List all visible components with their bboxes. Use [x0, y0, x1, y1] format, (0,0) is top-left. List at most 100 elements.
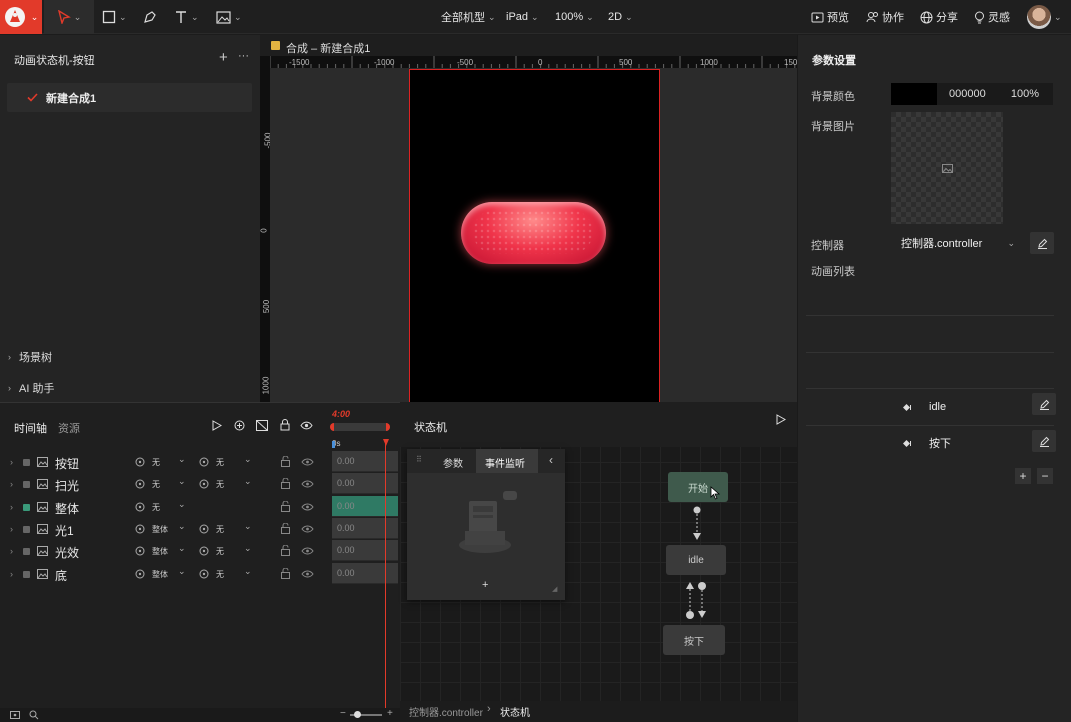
blend-mode-icon[interactable] [199, 546, 209, 556]
chevron-down-icon[interactable]: ⌄ [244, 521, 252, 532]
tab-assets[interactable]: 资源 [58, 420, 80, 436]
keyframe-track[interactable]: 0.00 [332, 540, 398, 561]
eye-icon[interactable] [301, 570, 314, 578]
app-menu-button[interactable]: ⌄ [0, 0, 42, 34]
layer-row[interactable]: › 光效 整体 ⌄ 无 ⌄ [0, 540, 330, 562]
edit-state-button[interactable] [1032, 393, 1056, 415]
share-button[interactable]: 分享 [920, 0, 958, 34]
pen-tool-button[interactable] [143, 0, 157, 34]
lock-icon[interactable] [281, 568, 290, 579]
artboard[interactable] [409, 69, 660, 405]
canvas-viewport[interactable] [270, 68, 797, 405]
parent-value[interactable]: 无 [152, 457, 160, 468]
bg-image-picker[interactable] [891, 112, 1003, 224]
text-tool-button[interactable]: ⌄ [174, 0, 199, 34]
color-hex[interactable]: 000000 [949, 88, 986, 100]
screen-icon[interactable] [10, 711, 20, 719]
more-menu-button[interactable]: ··· [238, 50, 249, 62]
color-opacity[interactable]: 100% [1011, 88, 1039, 100]
parent-link-icon[interactable] [135, 569, 145, 579]
zoom-in-icon[interactable]: + [387, 708, 393, 719]
chevron-down-icon[interactable]: ⌄ [178, 521, 186, 532]
mask-icon[interactable] [256, 420, 268, 431]
section-scene-tree[interactable]: › 场景树 [8, 349, 52, 365]
section-ai-assistant[interactable]: › AI 助手 [8, 380, 54, 396]
chevron-down-icon[interactable]: ⌄ [178, 566, 186, 577]
layer-row[interactable]: › 扫光 无 ⌄ 无 ⌄ [0, 473, 330, 495]
inspire-button[interactable]: 灵感 [974, 0, 1010, 34]
lock-icon[interactable] [280, 419, 290, 431]
eye-icon[interactable] [301, 525, 314, 533]
breadcrumb-current[interactable]: 状态机 [500, 704, 530, 719]
play-icon[interactable] [776, 414, 786, 425]
shape-tool-button[interactable]: ⌄ [102, 0, 127, 34]
eye-icon[interactable] [301, 547, 314, 555]
lock-icon[interactable] [281, 478, 290, 489]
add-composition-button[interactable]: + [219, 49, 228, 66]
lock-icon[interactable] [281, 523, 290, 534]
expand-icon[interactable]: › [10, 502, 13, 512]
layer-row[interactable]: › 底 整体 ⌄ 无 ⌄ [0, 563, 330, 585]
state-node-idle[interactable]: idle [666, 545, 726, 575]
bg-color-field[interactable]: 000000 100% [891, 83, 1053, 105]
preview-button[interactable]: 预览 [811, 0, 849, 34]
canvas-tab[interactable]: 合成 – 新建合成1 [286, 40, 370, 56]
breadcrumb-root[interactable]: 控制器.controller [409, 704, 483, 719]
chevron-down-icon[interactable]: ⌄ [244, 454, 252, 465]
expand-icon[interactable]: › [10, 479, 13, 489]
chevron-down-icon[interactable]: ⌄ [244, 543, 252, 554]
play-icon[interactable] [212, 420, 222, 431]
zoom-select[interactable]: 100% ⌄ [555, 0, 594, 34]
tab-params[interactable]: 参数 [443, 455, 463, 470]
lock-icon[interactable] [281, 456, 290, 467]
chevron-down-icon[interactable]: ⌄ [244, 476, 252, 487]
expand-icon[interactable]: › [10, 524, 13, 534]
layer-row[interactable]: › 光1 整体 ⌄ 无 ⌄ [0, 518, 330, 540]
eye-icon[interactable] [301, 480, 314, 488]
eye-icon[interactable] [301, 458, 314, 466]
eye-icon[interactable] [301, 503, 314, 511]
transition-arrow-icon[interactable] [690, 506, 704, 542]
device-select[interactable]: iPad ⌄ [506, 0, 539, 34]
blend-value[interactable]: 无 [216, 479, 224, 490]
edit-controller-button[interactable] [1030, 232, 1054, 254]
bidirectional-arrow-icon[interactable] [684, 580, 708, 620]
user-avatar-button[interactable]: ⌄ [1027, 0, 1062, 34]
expand-icon[interactable]: › [10, 546, 13, 556]
chevron-down-icon[interactable]: ⌄ [178, 476, 186, 487]
keyframe-track[interactable]: 0.00 [332, 473, 398, 494]
remove-state-button[interactable]: − [1037, 468, 1053, 484]
blend-mode-icon[interactable] [199, 524, 209, 534]
layer-row[interactable]: › 按钮 无 ⌄ 无 ⌄ [0, 451, 330, 473]
add-keyframe-icon[interactable] [234, 420, 245, 431]
parent-link-icon[interactable] [135, 479, 145, 489]
playhead-handle[interactable] [383, 439, 389, 446]
expand-icon[interactable]: › [10, 457, 13, 467]
device-group-select[interactable]: 全部机型 ⌄ [441, 0, 496, 34]
lock-icon[interactable] [281, 545, 290, 556]
blend-value[interactable]: 无 [216, 546, 224, 557]
controller-select[interactable]: 控制器.controller ⌄ [891, 232, 1023, 254]
parent-value[interactable]: 整体 [152, 546, 168, 557]
resize-handle-icon[interactable]: ◢ [552, 585, 557, 593]
parent-value[interactable]: 整体 [152, 569, 168, 580]
keyframe-track[interactable]: 0.00 [332, 563, 398, 584]
blend-value[interactable]: 无 [216, 569, 224, 580]
drag-handle-icon[interactable]: ⠿ [416, 455, 422, 464]
parent-link-icon[interactable] [135, 457, 145, 467]
parent-value[interactable]: 整体 [152, 524, 168, 535]
blend-mode-icon[interactable] [199, 457, 209, 467]
add-event-button[interactable]: + [482, 579, 488, 591]
chevron-down-icon[interactable]: ⌄ [178, 543, 186, 554]
chevron-down-icon[interactable]: ⌄ [178, 499, 186, 510]
search-icon[interactable] [29, 710, 39, 720]
parent-value[interactable]: 无 [152, 502, 160, 513]
composition-item[interactable]: 新建合成1 [7, 83, 252, 112]
select-tool-button[interactable]: ⌄ [44, 0, 94, 34]
zoom-out-icon[interactable]: − [340, 708, 346, 719]
keyframe-track[interactable]: 0.00 [332, 518, 398, 539]
keyframe-track[interactable]: 0.00 [332, 496, 398, 517]
state-item-idle[interactable]: idle [798, 389, 1071, 425]
mode-select[interactable]: 2D ⌄ [608, 0, 633, 34]
parent-link-icon[interactable] [135, 524, 145, 534]
